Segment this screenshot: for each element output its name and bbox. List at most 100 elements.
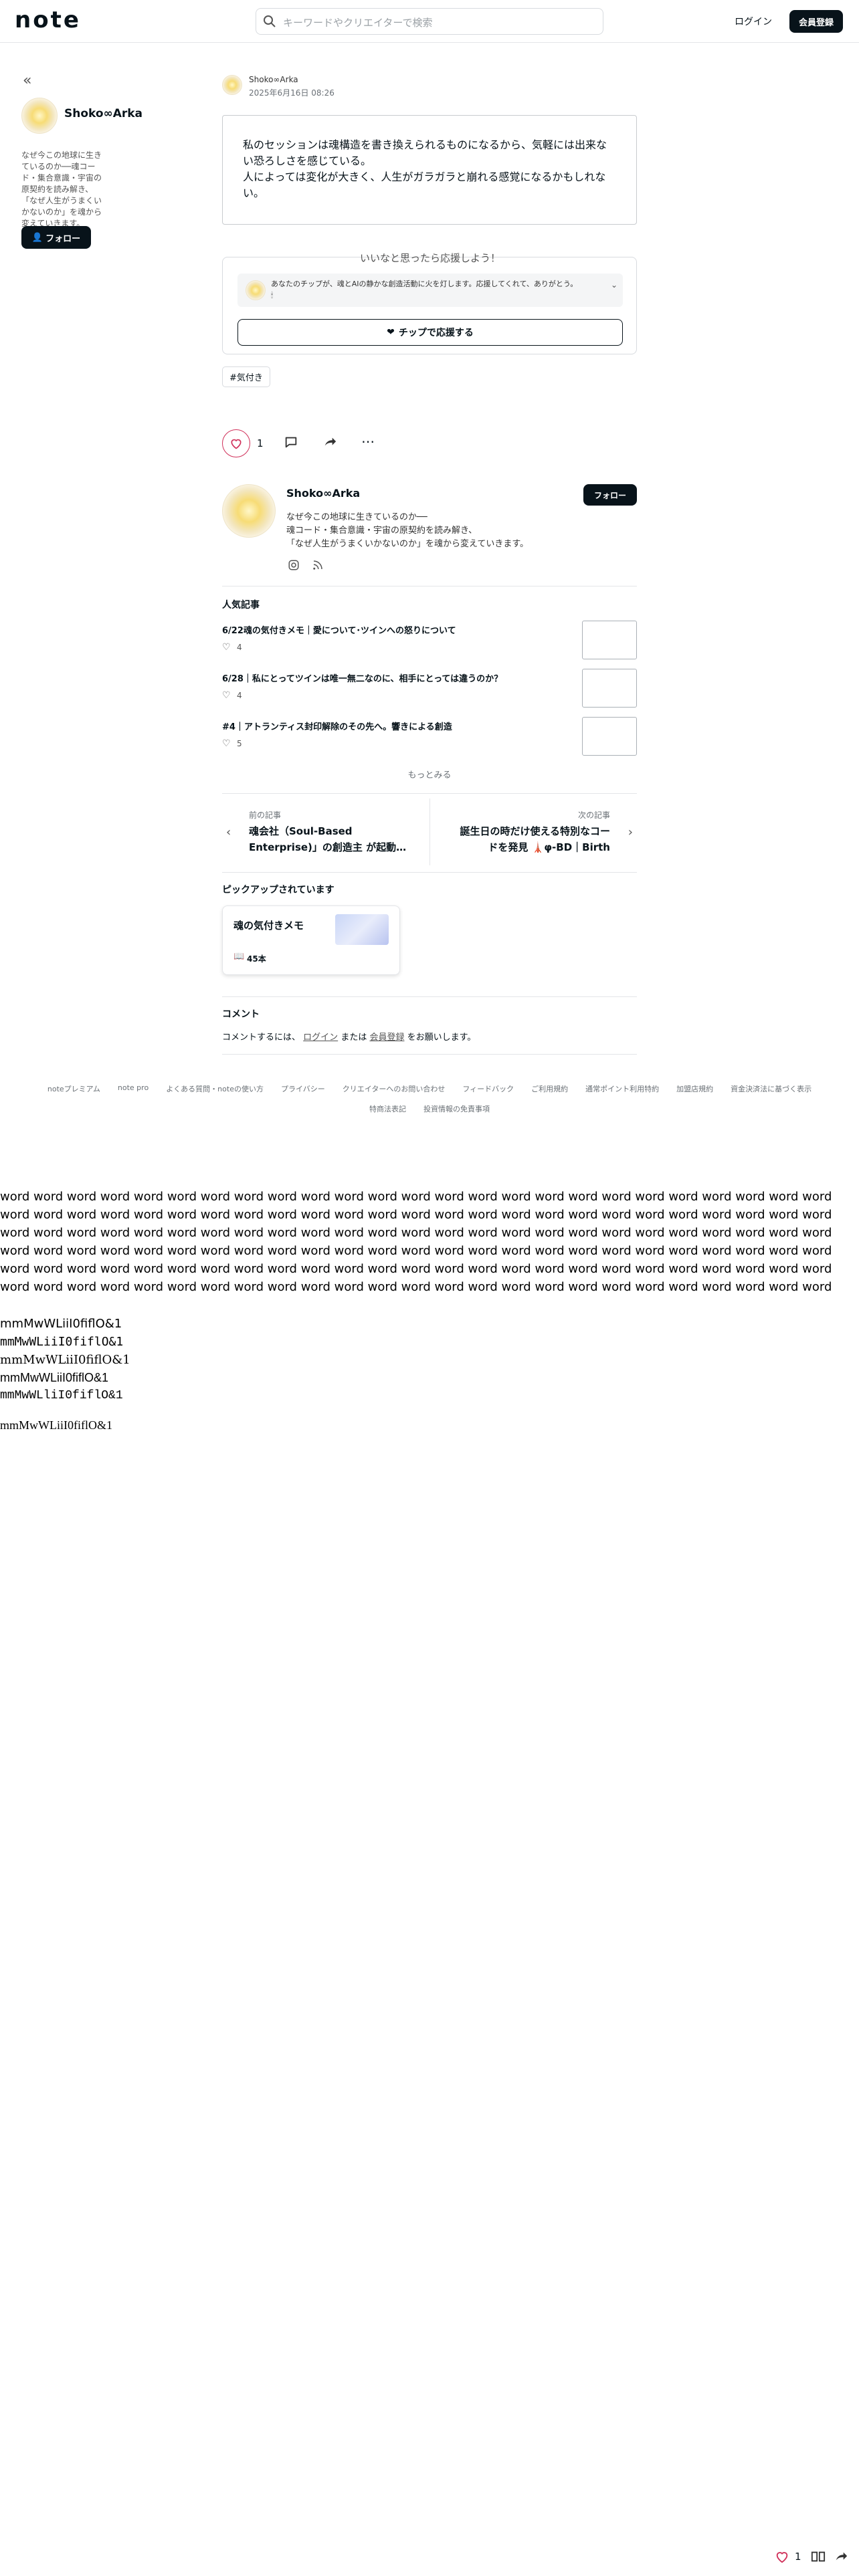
divider — [222, 996, 637, 997]
next-label: 次の記事 — [577, 811, 610, 820]
rss-icon[interactable] — [312, 559, 324, 574]
footer-link[interactable]: プライバシー — [281, 1083, 325, 1094]
login-link[interactable]: ログイン — [735, 15, 772, 28]
more-menu-icon[interactable]: ⋯ — [361, 433, 375, 449]
creator-avatar[interactable] — [222, 484, 276, 538]
popular-item-thumbnail — [582, 669, 637, 708]
popular-item-thumbnail — [582, 621, 637, 659]
footer-link[interactable]: 特商法表記 — [369, 1103, 406, 1114]
creator-bio: なぜ今この地球に生きているのか── 魂コード・集合意識・宇宙の原契約を読み解き、… — [286, 511, 529, 551]
collapse-sidebar-icon[interactable]: « — [23, 72, 31, 89]
footer-link[interactable]: 投資情報の免責事項 — [423, 1103, 490, 1114]
probe-word-text: word word word word word word word word … — [0, 1190, 832, 1294]
comments-prefix: コメントするには、 — [222, 1033, 301, 1043]
heart-outline-icon: ♡ — [222, 738, 231, 749]
heart-outline-icon: ♡ — [222, 642, 231, 653]
comments-title: コメント — [222, 1009, 260, 1020]
comments-or: または — [341, 1033, 367, 1043]
tip-button[interactable]: ❤ チップで応援する — [237, 319, 623, 346]
prev-title-line-1: 魂会社（Soul-Based — [249, 825, 353, 837]
popular-item-thumbnail — [582, 717, 637, 756]
prev-article-link[interactable]: ‹ 前の記事 魂会社（Soul-Based Enterprise)」の創造主 が… — [222, 798, 430, 872]
popular-more-link[interactable]: もっとみる — [222, 768, 637, 780]
search-input[interactable]: キーワードやクリエイターで検索 — [283, 15, 433, 29]
pickup-card-thumbnail — [335, 914, 389, 945]
sidebar-creator-name[interactable]: Shoko∞Arka — [64, 107, 142, 120]
support-box: いいなと思ったら応援しよう！ あなたのチップが、魂とAIの静かな創造活動に火を灯… — [222, 252, 637, 354]
chevron-right-icon: › — [628, 825, 633, 839]
sidebar-bio: なぜ今この地球に生きているのか──魂コード・集合意識・宇宙の原契約を読み解き、「… — [21, 150, 102, 228]
bottom-magazine-icon[interactable] — [811, 2549, 826, 2567]
creator-follow-button[interactable]: フォロー — [583, 484, 637, 506]
next-article-link[interactable]: 次の記事 誕生日の時だけ使える特別なコー ドを発見 🗼φ-BD｜Birth › — [430, 798, 637, 872]
footer-link[interactable]: 加盟店規約 — [676, 1083, 713, 1094]
footer-link[interactable]: クリエイターへのお問い合わせ — [343, 1083, 446, 1094]
site-header: note キーワードやクリエイターで検索 ログイン 会員登録 — [0, 0, 859, 43]
bottom-like-button[interactable] — [775, 2549, 789, 2567]
share-icon[interactable] — [322, 435, 337, 452]
comments-prompt: コメントするには、 ログイン または 会員登録 をお願いします。 — [222, 1030, 476, 1043]
popular-item-likes: 5 — [237, 739, 242, 748]
footer-links-row-1: noteプレミアム note pro よくある質問・noteの使い方 プライバシ… — [0, 1083, 859, 1094]
footer-link[interactable]: よくある質問・noteの使い方 — [166, 1083, 264, 1094]
creator-name[interactable]: Shoko∞Arka — [286, 487, 360, 500]
popular-item-likes: 4 — [237, 691, 242, 700]
footer-link[interactable]: noteプレミアム — [47, 1083, 100, 1094]
comment-icon[interactable] — [284, 435, 298, 452]
popular-item-title: 6/28｜私にとってツインは唯一無二なのに、相手にとっては違うのか？ — [222, 674, 503, 684]
popular-title: 人気記事 — [222, 600, 260, 611]
article-author[interactable]: Shoko∞Arka — [249, 75, 298, 84]
expand-chevron-icon[interactable]: ⌄ — [611, 280, 617, 290]
footer-link[interactable]: 通常ポイント利用特約 — [585, 1083, 659, 1094]
sidebar-follow-label: フォロー — [45, 233, 81, 244]
prev-label: 前の記事 — [249, 811, 282, 820]
divider — [222, 793, 637, 794]
heart-outline-icon: ♡ — [222, 690, 231, 701]
bottom-share-icon[interactable] — [834, 2549, 848, 2567]
support-title: いいなと思ったら応援しよう！ — [359, 252, 500, 264]
footer-link[interactable]: ご利用規約 — [531, 1083, 568, 1094]
comments-suffix: をお願いします。 — [407, 1033, 476, 1043]
pickup-card[interactable]: 魂の気付きメモ 📖 45本 — [222, 905, 400, 975]
signup-button[interactable]: 会員登録 — [789, 10, 843, 33]
probe-sample: mmMwWLiiI0fiflO&1 — [0, 1371, 109, 1384]
support-message: あなたのチップが、魂とAIの静かな創造活動に火を灯します。応援してくれて、ありが… — [271, 280, 578, 288]
pickup-card-title: 魂の気付きメモ — [233, 920, 304, 932]
popular-item-title: #4｜アトランティス封印解除のその先へ。響きによる創造 — [222, 722, 452, 732]
creator-bio-line-2: 魂コード・集合意識・宇宙の原契約を読み解き、 — [286, 526, 478, 536]
probe-sample: mmMwWLiiI0fiflO&1 — [0, 1418, 112, 1432]
tag-chip[interactable]: #気付き — [222, 366, 270, 387]
quote-line-1: 私のセッションは魂構造を書き換えられるものになるから、気軽には出来ない恐ろしさを… — [243, 138, 607, 167]
quote-box: 私のセッションは魂構造を書き換えられるものになるから、気軽には出来ない恐ろしさを… — [222, 115, 637, 225]
footer-link[interactable]: 資金決済法に基づく表示 — [731, 1083, 812, 1094]
popular-item[interactable]: 6/28｜私にとってツインは唯一無二なのに、相手にとっては違うのか？ ♡ 4 — [222, 669, 637, 709]
creator-bio-line-3: 「なぜ人生がうまくいかないのか」を魂から変えていきます。 — [286, 539, 529, 549]
bottom-like-count: 1 — [795, 2551, 801, 2563]
footer-link[interactable]: フィードバック — [462, 1083, 514, 1094]
article-date: 2025年6月16日 08:26 — [249, 88, 335, 98]
popular-item-likes: 4 — [237, 643, 242, 652]
probe-sample: mmMwWLliI0fiflO&1 — [0, 1389, 123, 1402]
person-add-icon: 👤 — [31, 232, 43, 243]
like-button[interactable] — [222, 429, 250, 457]
popular-item[interactable]: #4｜アトランティス封印解除のその先へ。響きによる創造 ♡ 5 — [222, 717, 637, 757]
sidebar-follow-button[interactable]: 👤 フォロー — [21, 226, 91, 249]
popular-item[interactable]: 6/22魂の気付きメモ｜愛について･ツインへの怒りについて ♡ 4 — [222, 621, 637, 661]
sidebar-avatar[interactable] — [21, 98, 58, 134]
comments-login-link[interactable]: ログイン — [303, 1033, 338, 1043]
footer-link[interactable]: note pro — [118, 1083, 149, 1094]
magazine-icon: 📖 — [233, 952, 245, 962]
search-box[interactable]: キーワードやクリエイターで検索 — [256, 8, 603, 35]
footer-links-row-2: 特商法表記 投資情報の免責事項 — [0, 1103, 859, 1114]
heart-icon — [231, 439, 242, 449]
note-logo[interactable]: note — [15, 7, 81, 33]
probe-sample: mmMwWLiiI0fiflO&1 — [0, 1335, 124, 1349]
heart-tip-icon: ❤ — [387, 327, 395, 338]
comments-signup-link[interactable]: 会員登録 — [369, 1033, 404, 1043]
like-count: 1 — [257, 437, 264, 449]
author-avatar-small[interactable] — [222, 75, 242, 95]
search-icon — [263, 15, 276, 31]
instagram-icon[interactable] — [288, 559, 300, 574]
next-title-line-2: ドを発見 🗼φ-BD｜Birth — [488, 841, 610, 853]
tip-button-label: チップで応援する — [398, 328, 474, 338]
